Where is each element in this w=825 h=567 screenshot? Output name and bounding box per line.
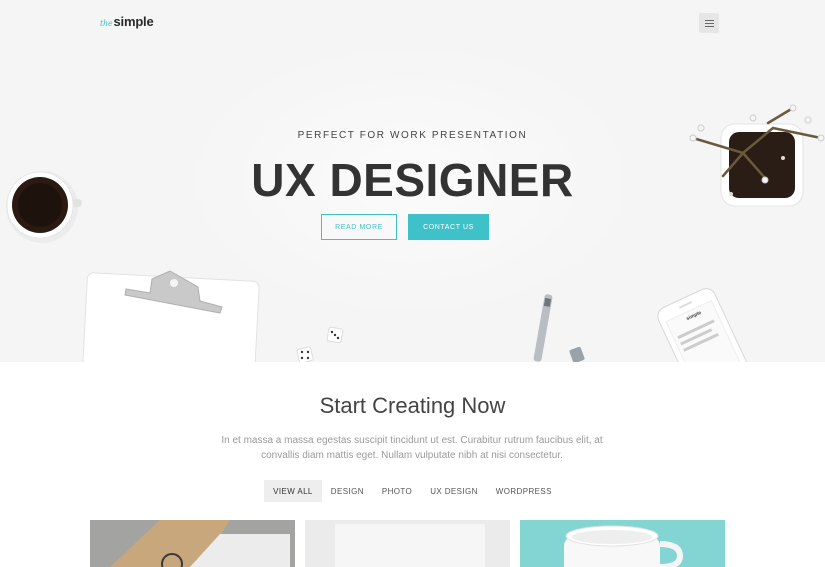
- portfolio-filters: VIEW ALL DESIGN PHOTO UX DESIGN WORDPRES…: [0, 480, 825, 502]
- menu-button[interactable]: [699, 13, 719, 33]
- filter-design[interactable]: DESIGN: [322, 480, 373, 502]
- portfolio-item-branding[interactable]: [90, 520, 295, 567]
- contact-us-button[interactable]: CONTACT US: [408, 214, 489, 240]
- hero-kicker: PERFECT FOR WORK PRESENTATION: [297, 130, 528, 141]
- read-more-button[interactable]: READ MORE: [321, 214, 397, 240]
- blank-paper-photo: [305, 520, 510, 567]
- logo-prefix: the: [100, 19, 113, 28]
- filter-wordpress[interactable]: WORDPRESS: [487, 480, 561, 502]
- filter-ux-design[interactable]: UX DESIGN: [421, 480, 487, 502]
- clipboard-image: [82, 270, 260, 362]
- phone-image: simple: [652, 280, 772, 362]
- site-logo[interactable]: thesimple: [100, 14, 154, 29]
- logo-name: simple: [113, 14, 154, 29]
- portfolio-item-paper[interactable]: [305, 520, 510, 567]
- branding-card-photo: [90, 520, 295, 567]
- section-title: Start Creating Now: [319, 393, 506, 418]
- hero-title: UX DESIGNER: [251, 154, 574, 206]
- hamburger-menu-icon: [704, 19, 714, 27]
- hero-section: simple thesimple PERFECT FOR WORK PRESEN…: [0, 0, 825, 362]
- portfolio-item-mug[interactable]: [520, 520, 725, 567]
- white-mug-photo: [520, 520, 725, 567]
- filter-view-all[interactable]: VIEW ALL: [264, 480, 322, 502]
- pens-image: [533, 294, 585, 362]
- filter-photo[interactable]: PHOTO: [373, 480, 421, 502]
- dice-image: [296, 326, 344, 362]
- section-description: In et massa a massa egestas suscipit tin…: [221, 435, 603, 461]
